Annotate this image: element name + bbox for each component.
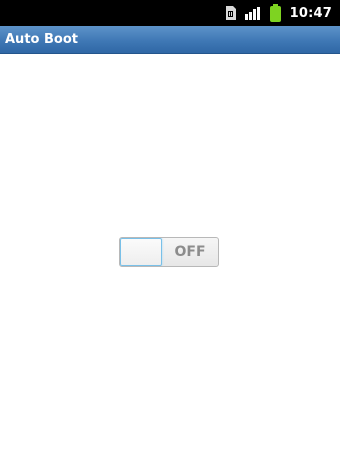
battery-icon (269, 4, 281, 22)
status-bar: 10:47 (0, 0, 340, 26)
auto-boot-toggle[interactable]: OFF (119, 237, 219, 267)
main-content: OFF (0, 54, 340, 453)
toggle-state-label: OFF (174, 244, 206, 260)
sim-card-icon (225, 6, 236, 20)
signal-bars-icon (244, 6, 261, 20)
app-title: Auto Boot (5, 32, 78, 47)
status-time: 10:47 (289, 5, 332, 21)
toggle-thumb[interactable] (120, 238, 162, 266)
app-title-bar: Auto Boot (0, 26, 340, 54)
